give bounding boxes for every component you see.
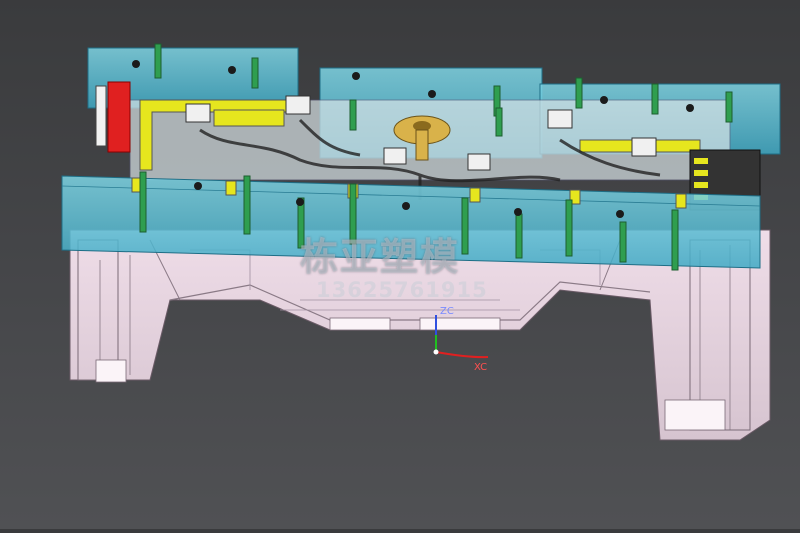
heater-block xyxy=(95,81,131,153)
cad-viewport[interactable]: 栋亚塑模 13625761915 ZC XC xyxy=(0,0,800,529)
zc-axis-label: ZC xyxy=(440,306,454,317)
xc-axis-label: XC xyxy=(474,362,488,373)
watermark-phone: 13625761915 xyxy=(316,278,488,302)
watermark-title: 栋亚塑模 xyxy=(300,235,461,279)
